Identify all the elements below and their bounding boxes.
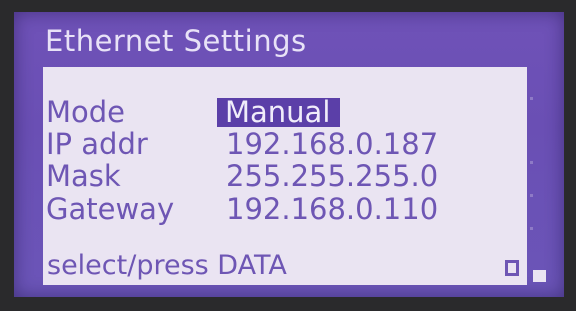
field-label: Mode bbox=[46, 95, 126, 129]
device-bezel: Ethernet Settings Mode Manual IP addr 19… bbox=[0, 0, 576, 311]
mode-value-selected[interactable]: Manual bbox=[217, 98, 341, 127]
field-label: Mask bbox=[46, 159, 121, 193]
lcd-screen: Ethernet Settings Mode Manual IP addr 19… bbox=[14, 12, 564, 297]
field-label: Gateway bbox=[46, 192, 175, 226]
scroll-tick bbox=[530, 194, 533, 197]
settings-panel: Mode Manual IP addr 192.168.0.187 Mask 2… bbox=[43, 67, 533, 285]
mask-value[interactable]: 255.255.255.0 bbox=[226, 160, 438, 192]
square-outline-icon bbox=[505, 260, 519, 276]
field-label: IP addr bbox=[46, 127, 148, 161]
scroll-tick bbox=[530, 227, 533, 230]
filled-square-icon bbox=[533, 270, 546, 282]
ip-addr-value[interactable]: 192.168.0.187 bbox=[226, 128, 438, 160]
page-title: Ethernet Settings bbox=[45, 24, 307, 58]
prompt-text: select/press DATA bbox=[47, 250, 287, 281]
scroll-tick bbox=[530, 161, 533, 164]
gateway-value[interactable]: 192.168.0.110 bbox=[226, 193, 438, 225]
scroll-tick bbox=[530, 97, 533, 100]
